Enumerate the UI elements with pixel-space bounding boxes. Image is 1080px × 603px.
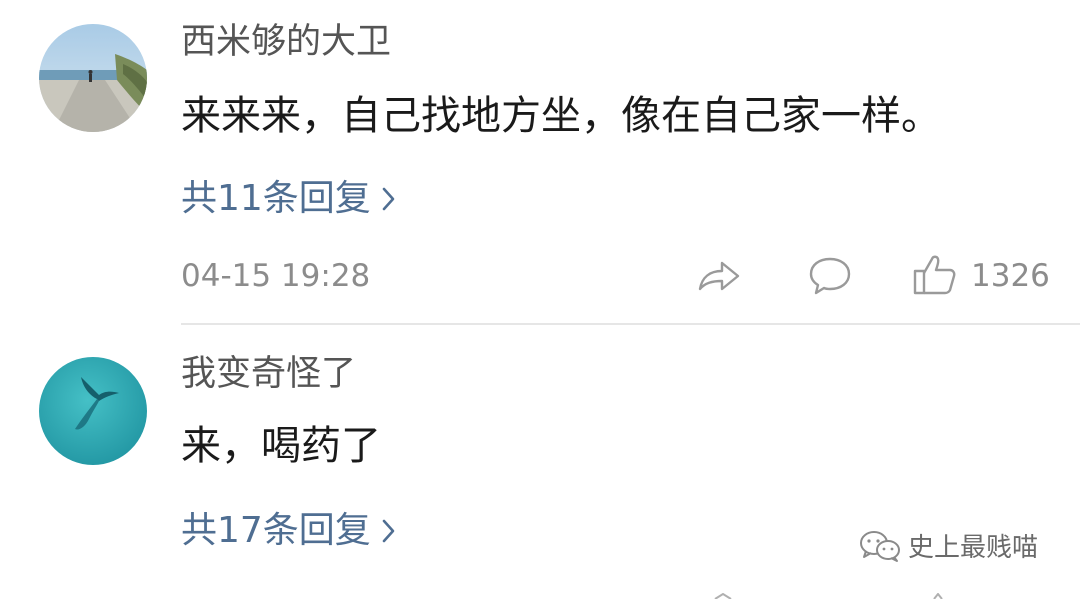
avatar[interactable] [39,357,147,465]
reply-button[interactable] [806,252,854,298]
replies-label: 共17条回复 [181,510,371,551]
chevron-right-icon [382,187,395,211]
username[interactable]: 西米够的大卫 [181,25,391,60]
timestamp: 04-15 19:28 [181,258,371,294]
watermark-text: 史上最贱喵 [908,533,1039,563]
avatar[interactable] [39,24,147,132]
beach-road-photo [39,24,147,132]
username[interactable]: 我变奇怪了 [181,357,356,392]
comment-text: 来，喝药了 [181,423,381,469]
divider [181,323,1080,325]
comment-item: 西米够的大卫 来来来，自己找地方坐，像在自己家一样。 共11条回复 04-15 … [0,0,1080,325]
view-replies-link[interactable]: 共11条回复 [181,181,397,217]
view-replies-link[interactable]: 共17条回复 [181,513,397,549]
chevron-right-icon [382,519,395,543]
thumbs-up-icon [913,255,956,295]
whale-tail-photo [39,357,147,465]
watermark: 史上最贱喵 [858,527,1038,564]
like-button[interactable] [911,252,959,298]
share-arrow-icon [698,261,740,291]
wechat-icon [860,530,900,562]
share-arrow-icon[interactable] [713,584,733,600]
speech-bubble-icon [809,257,851,295]
replies-label: 共11条回复 [181,178,371,219]
share-button[interactable] [695,252,743,298]
comment-text: 来来来，自己找地方坐，像在自己家一样。 [181,93,941,139]
thumbs-up-icon[interactable] [930,584,944,600]
like-count: 1326 [971,258,1050,294]
